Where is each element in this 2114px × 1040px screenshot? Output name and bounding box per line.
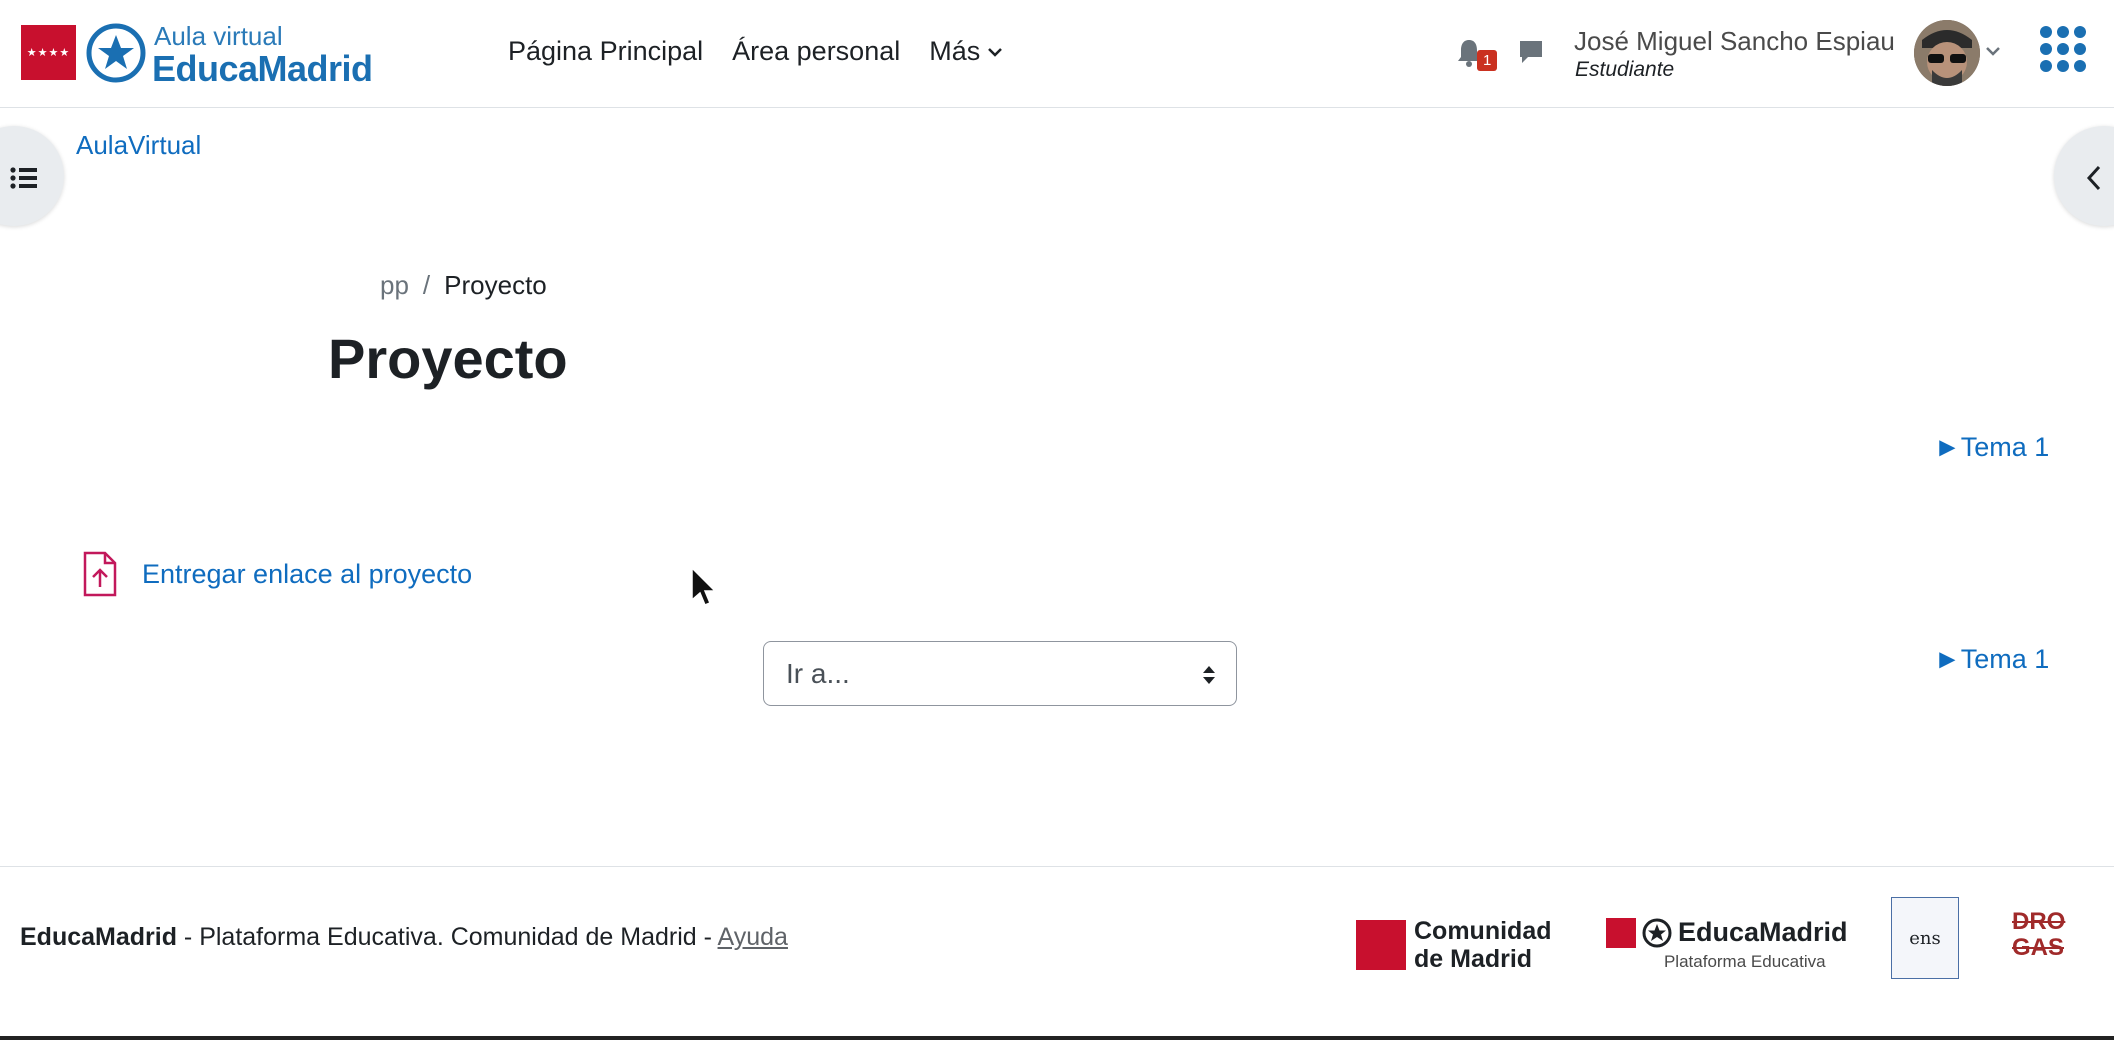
chevron-down-icon bbox=[988, 47, 1003, 57]
jump-to-placeholder: Ir a... bbox=[786, 657, 850, 689]
avatar[interactable] bbox=[1914, 20, 1980, 86]
footer-help-link[interactable]: Ayuda bbox=[718, 923, 788, 951]
primary-navigation: Página Principal Área personal Más bbox=[508, 36, 1004, 67]
section-nav-link-bottom[interactable]: ►Tema 1 bbox=[1934, 644, 2049, 675]
user-role: Estudiante bbox=[1575, 58, 1675, 81]
apps-grid-icon[interactable] bbox=[2040, 26, 2086, 72]
breadcrumb-parent-link[interactable]: pp bbox=[380, 270, 409, 301]
page-title: Proyecto bbox=[328, 327, 568, 390]
educamadrid-emblem-icon[interactable] bbox=[86, 23, 146, 83]
notification-count-badge: 1 bbox=[1477, 50, 1498, 71]
educamadrid-footer-name: EducaMadrid bbox=[1678, 917, 1848, 947]
chevron-left-icon bbox=[2086, 165, 2101, 191]
educamadrid-emblem-small-icon bbox=[1642, 918, 1672, 947]
chat-icon[interactable] bbox=[1517, 38, 1545, 66]
nav-more[interactable]: Más bbox=[929, 36, 1004, 67]
drogas-logo[interactable]: DRO GAS bbox=[2012, 909, 2072, 961]
madrid-flag-logo[interactable]: ★★★★ bbox=[21, 25, 76, 80]
mouse-pointer-icon bbox=[691, 566, 716, 606]
breadcrumb-separator: / bbox=[422, 270, 431, 300]
madrid-flag-small-icon bbox=[1606, 917, 1636, 948]
course-index-toggle[interactable] bbox=[0, 126, 64, 226]
top-navbar: ★★★★ Aula virtual EducaMadrid Página Pri… bbox=[0, 0, 2114, 108]
select-arrows-icon bbox=[1203, 666, 1215, 684]
brand-title[interactable]: EducaMadrid bbox=[152, 48, 373, 90]
user-name[interactable]: José Miguel Sancho Espiau bbox=[1574, 26, 1895, 57]
user-menu-chevron-icon[interactable] bbox=[1984, 44, 2002, 58]
activity-link[interactable]: Entregar enlace al proyecto bbox=[142, 559, 472, 590]
comunidad-logo-text: Comunidad de Madrid bbox=[1414, 917, 1552, 973]
nav-home[interactable]: Página Principal bbox=[508, 36, 703, 67]
breadcrumb: pp / Proyecto bbox=[380, 270, 547, 301]
footer-text: EducaMadrid - Plataforma Educativa. Comu… bbox=[20, 923, 788, 952]
nav-dashboard[interactable]: Área personal bbox=[732, 36, 900, 67]
educamadrid-footer-logo[interactable]: EducaMadrid Plataforma Educativa bbox=[1606, 917, 1848, 972]
breadcrumb-current: Proyecto bbox=[444, 270, 547, 300]
footer-description: - Plataforma Educativa. Comunidad de Mad… bbox=[176, 923, 718, 951]
educamadrid-footer-sub: Plataforma Educativa bbox=[1663, 952, 1826, 971]
nav-more-label: Más bbox=[929, 36, 981, 66]
section-nav-link-top[interactable]: ►Tema 1 bbox=[1934, 432, 2049, 463]
bottom-edge bbox=[0, 1036, 2114, 1040]
ens-logo-text: ens bbox=[1909, 927, 1941, 949]
footer-brand: EducaMadrid bbox=[20, 923, 177, 951]
comunidad-de-madrid-logo[interactable]: Comunidad de Madrid bbox=[1356, 917, 1564, 973]
madrid-flag-icon bbox=[1356, 920, 1406, 970]
ens-certification-logo[interactable]: ens bbox=[1891, 897, 1959, 979]
list-icon bbox=[10, 167, 37, 189]
jump-to-select[interactable]: Ir a... bbox=[763, 641, 1237, 706]
page-footer: EducaMadrid - Plataforma Educativa. Comu… bbox=[0, 866, 2114, 1038]
block-drawer-toggle[interactable] bbox=[2054, 126, 2114, 226]
assignment-activity[interactable]: Entregar enlace al proyecto bbox=[82, 551, 472, 597]
file-upload-icon bbox=[83, 551, 117, 597]
site-home-link[interactable]: AulaVirtual bbox=[76, 130, 201, 161]
